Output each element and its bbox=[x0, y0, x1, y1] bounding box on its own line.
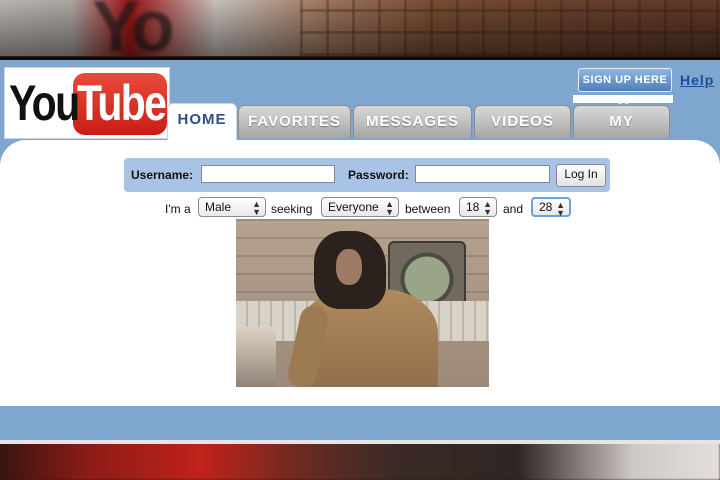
tab-videos[interactable]: VIDEOS bbox=[474, 105, 571, 138]
tab-my-profile[interactable]: MY PROFILE bbox=[573, 105, 670, 162]
photo-blanket bbox=[236, 327, 276, 387]
help-link[interactable]: Help bbox=[680, 72, 714, 88]
browser-page: You Tube SIGN UP HERE >> Help HOME FAVOR… bbox=[0, 57, 720, 444]
select-updown-icon: ▲ ▼ bbox=[483, 199, 492, 217]
seeking-select[interactable]: Everyone ▲ ▼ bbox=[321, 197, 399, 217]
sign-up-button[interactable]: SIGN UP HERE >> bbox=[578, 68, 672, 108]
tab-messages[interactable]: MESSAGES bbox=[353, 105, 472, 138]
age-min-select[interactable]: 18 ▲ ▼ bbox=[459, 197, 497, 217]
and-label: and bbox=[503, 202, 524, 216]
seeking-label: seeking bbox=[271, 202, 313, 216]
password-input[interactable] bbox=[415, 165, 550, 183]
age-max-select[interactable]: 28 ▲ ▼ bbox=[531, 197, 571, 218]
header-divider bbox=[573, 95, 673, 103]
logo-text-tube: Tube bbox=[77, 75, 167, 131]
age-min-value: 18 bbox=[466, 200, 480, 214]
page-footer-band bbox=[0, 406, 720, 440]
select-updown-icon: ▲ ▼ bbox=[252, 199, 261, 217]
photo-person-face bbox=[336, 249, 362, 285]
username-label: Username: bbox=[131, 168, 194, 182]
gender-select[interactable]: Male ▲ ▼ bbox=[198, 197, 266, 217]
password-label: Password: bbox=[348, 168, 409, 182]
main-content: Username: Password: Log In I'm a Male ▲ ▼… bbox=[0, 140, 720, 406]
seeking-select-value: Everyone bbox=[328, 200, 379, 214]
background-shade bbox=[0, 0, 720, 56]
logo-text-you: You bbox=[9, 75, 80, 131]
tab-home[interactable]: HOME bbox=[167, 103, 237, 140]
seeking-row: I'm a Male ▲ ▼ seeking Everyone ▲ ▼ betwee… bbox=[0, 196, 720, 220]
log-in-button[interactable]: Log In bbox=[556, 164, 606, 187]
profile-photo[interactable] bbox=[236, 219, 489, 387]
login-bar: Username: Password: Log In bbox=[124, 158, 610, 192]
select-updown-icon: ▲ ▼ bbox=[385, 199, 394, 217]
im-a-label: I'm a bbox=[165, 202, 191, 216]
gender-select-value: Male bbox=[205, 200, 232, 214]
select-updown-icon: ▲ ▼ bbox=[556, 200, 565, 218]
between-label: between bbox=[405, 202, 451, 216]
tab-favorites[interactable]: FAVORITES bbox=[238, 105, 351, 138]
youtube-logo[interactable]: You Tube bbox=[4, 67, 170, 139]
age-max-value: 28 bbox=[539, 200, 553, 214]
username-input[interactable] bbox=[201, 165, 335, 183]
